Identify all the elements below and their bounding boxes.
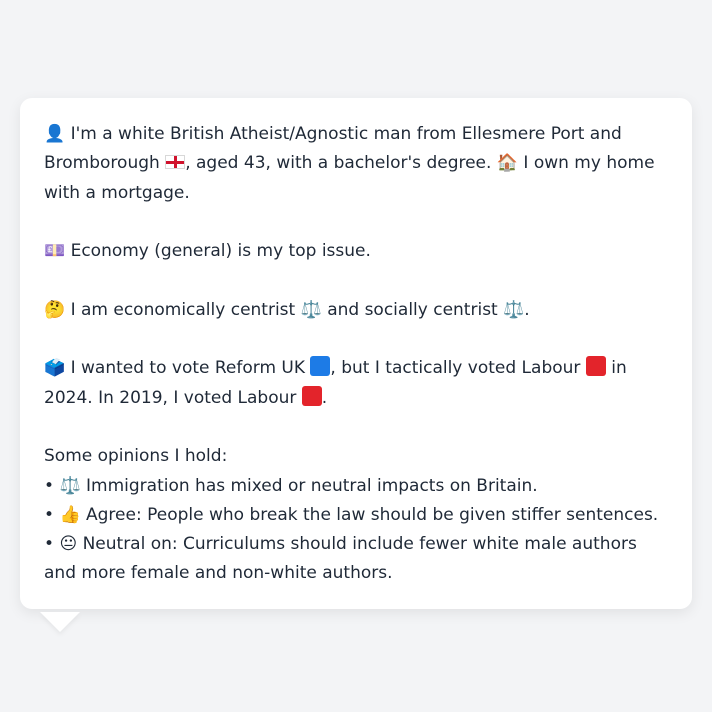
- issue-paragraph: 💷 Economy (general) is my top issue.: [44, 237, 668, 266]
- opinions-heading: Some opinions I hold:: [44, 446, 228, 467]
- bullet: •: [44, 504, 55, 525]
- profile-age-text: , aged 43, with a bachelor's degree.: [185, 153, 492, 174]
- thinking-face-icon: 🤔: [44, 299, 66, 320]
- issue-text: Economy (general) is my top issue.: [70, 241, 371, 262]
- profile-paragraph: 👤 I'm a white British Atheist/Agnostic m…: [44, 120, 668, 208]
- vote-wanted-text: I wanted to vote Reform UK: [70, 358, 306, 379]
- opinion-item: • 👍 Agree: People who break the law shou…: [44, 501, 668, 530]
- opinion-text: Immigration has mixed or neutral impacts…: [86, 475, 538, 496]
- bullet: •: [44, 534, 55, 555]
- speech-bubble-tail: [40, 612, 80, 632]
- thumbs-up-icon: 👍: [59, 504, 81, 525]
- opinion-item: • ⚖️ Immigration has mixed or neutral im…: [44, 472, 668, 501]
- person-icon: 👤: [44, 124, 66, 144]
- opinion-item: • 😐 Neutral on: Curriculums should inclu…: [44, 530, 668, 589]
- balance-scale-icon: ⚖️: [503, 299, 525, 320]
- ideology-social-text: and socially centrist: [327, 299, 498, 320]
- persona-card: 👤 I'm a white British Atheist/Agnostic m…: [20, 98, 692, 609]
- england-flag-icon: [165, 155, 186, 170]
- bullet: •: [44, 475, 55, 496]
- ideology-paragraph: 🤔 I am economically centrist ⚖️ and soci…: [44, 296, 668, 325]
- red-square-icon: [585, 356, 606, 377]
- ideology-economic-text: I am economically centrist: [70, 299, 296, 320]
- vote-tactical-text: , but I tactically voted Labour: [330, 358, 581, 379]
- blue-square-icon: [310, 356, 331, 377]
- ideology-period: .: [524, 299, 530, 320]
- vote-paragraph: 🗳️ I wanted to vote Reform UK , but I ta…: [44, 354, 668, 413]
- balance-scale-icon: ⚖️: [300, 299, 322, 320]
- opinion-text: Neutral on: Curriculums should include f…: [44, 534, 637, 584]
- red-square-icon: [301, 385, 322, 406]
- neutral-face-icon: 😐: [59, 534, 78, 555]
- balance-scale-icon: ⚖️: [59, 475, 81, 496]
- vote-period: .: [321, 387, 328, 408]
- ballot-box-icon: 🗳️: [44, 358, 66, 379]
- opinion-text: Agree: People who break the law should b…: [86, 504, 659, 525]
- banknote-icon: 💷: [44, 241, 66, 262]
- house-icon: 🏠: [496, 153, 518, 174]
